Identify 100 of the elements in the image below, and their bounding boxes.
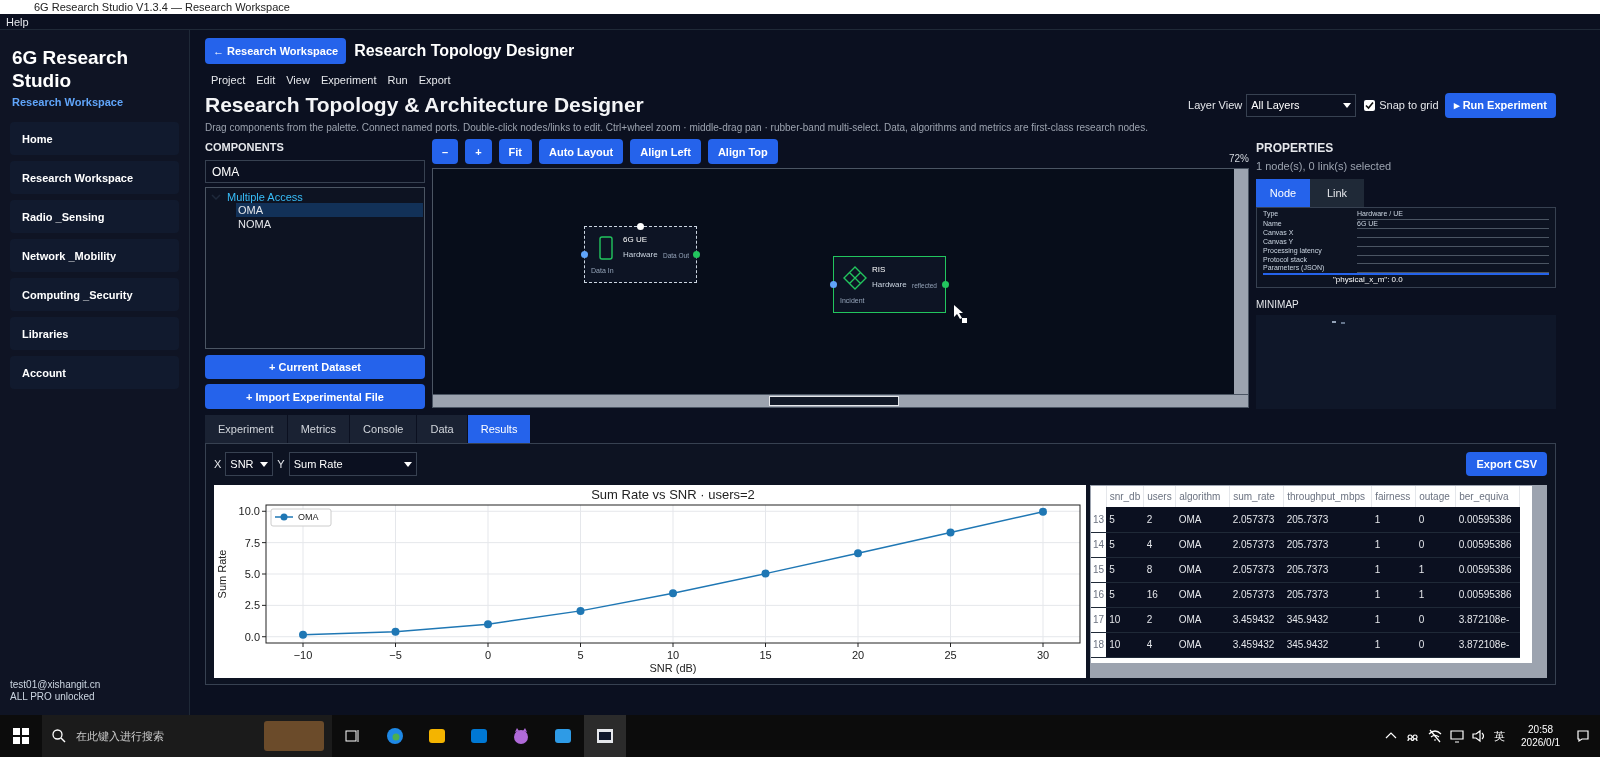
vertical-scrollbar[interactable] bbox=[1532, 486, 1546, 664]
auto-layout-button[interactable]: Auto Layout bbox=[539, 139, 624, 164]
bottom-tab[interactable]: Results bbox=[467, 415, 531, 443]
x-tick-label: 0 bbox=[484, 649, 492, 661]
minimap-nodes-drawing bbox=[1332, 319, 1346, 324]
horizontal-scrollbar[interactable] bbox=[1091, 663, 1546, 677]
back-button[interactable]: ← Research Workspace bbox=[205, 38, 347, 64]
column-header[interactable]: ber_equiva bbox=[1455, 486, 1520, 507]
bottom-tab[interactable]: Console bbox=[350, 415, 417, 443]
node-type: Hardware bbox=[872, 280, 907, 289]
menu-item[interactable]: Project bbox=[211, 74, 246, 88]
table-cell: 0.00595386 bbox=[1455, 507, 1520, 532]
fit-button[interactable]: Fit bbox=[498, 139, 532, 164]
properties-heading: PROPERTIES bbox=[1256, 141, 1335, 155]
run-experiment-button[interactable]: ▸ Run Experiment bbox=[1444, 92, 1556, 118]
resize-handle[interactable] bbox=[637, 223, 644, 230]
column-header[interactable]: sum_rate bbox=[1229, 486, 1284, 507]
table-cell: 10 bbox=[1106, 607, 1144, 632]
tree-item[interactable]: NOMA bbox=[236, 217, 423, 232]
node-name: RIS bbox=[872, 265, 886, 274]
y-axis-dropdown[interactable]: Sum Rate bbox=[288, 452, 417, 476]
table-cell: 2.057373 bbox=[1229, 507, 1284, 532]
align-top-button[interactable]: Align Top bbox=[707, 139, 778, 164]
scrollbar-thumb[interactable] bbox=[769, 396, 899, 406]
taskbar-clock[interactable]: 20:58 2026/0/1 bbox=[1521, 723, 1560, 749]
minimap-heading: MINIMAP bbox=[1256, 299, 1300, 311]
x-axis-dropdown[interactable]: SNR bbox=[225, 452, 274, 476]
taskbar-search-field[interactable]: 在此键入进行搜索 bbox=[42, 715, 332, 757]
tree-item[interactable]: OMA bbox=[236, 203, 423, 218]
y-tick bbox=[261, 636, 267, 638]
input-method-indicator[interactable]: 英 bbox=[1494, 728, 1506, 744]
bottom-tab[interactable]: Data bbox=[417, 415, 467, 443]
notification-icon[interactable] bbox=[1576, 729, 1590, 743]
sidebar-item[interactable]: Radio _Sensing bbox=[10, 200, 179, 233]
output-port[interactable] bbox=[693, 251, 700, 258]
x-tick bbox=[857, 642, 859, 648]
row-number: 18 bbox=[1091, 632, 1107, 657]
network-off-icon[interactable] bbox=[1428, 729, 1443, 743]
column-header[interactable]: outage bbox=[1415, 486, 1456, 507]
menu-item[interactable]: Run bbox=[387, 74, 408, 88]
mouse-cursor-icon bbox=[953, 304, 967, 324]
sidebar-item[interactable]: Network _Mobility bbox=[10, 239, 179, 272]
sidebar-item[interactable]: Account bbox=[10, 356, 179, 389]
component-search-field[interactable]: OMA bbox=[205, 159, 425, 184]
menu-item[interactable]: Edit bbox=[256, 74, 276, 88]
column-header[interactable]: algorithm bbox=[1175, 486, 1230, 507]
menu-item[interactable]: Help bbox=[6, 15, 29, 28]
layer-view-dropdown[interactable]: All Layers bbox=[1246, 93, 1357, 117]
column-header[interactable]: snr_db bbox=[1106, 486, 1144, 507]
sidebar-item[interactable]: Home bbox=[10, 122, 179, 155]
vertical-scrollbar[interactable] bbox=[1234, 169, 1248, 394]
bottom-tab[interactable]: Metrics bbox=[287, 415, 350, 443]
input-port[interactable] bbox=[581, 251, 588, 258]
json-editor-text[interactable]: "physical_x_m": 0.0 bbox=[1263, 272, 1549, 286]
y-tick bbox=[261, 573, 267, 575]
properties-tab[interactable]: Node bbox=[1256, 179, 1310, 207]
layer-view-label: Layer View bbox=[1188, 99, 1243, 111]
data-point bbox=[576, 606, 585, 615]
sidebar-item[interactable]: Research Workspace bbox=[10, 161, 179, 194]
table-cell: 5 bbox=[1106, 532, 1144, 557]
input-port[interactable] bbox=[830, 281, 837, 288]
app-name: 6G Research Studio bbox=[11, 46, 130, 92]
x-tick-label: −10 bbox=[293, 649, 313, 661]
y-tick bbox=[261, 542, 267, 544]
x-tick-label: 5 bbox=[577, 649, 584, 661]
menu-item[interactable]: Experiment bbox=[320, 74, 377, 88]
menu-item[interactable]: Export bbox=[418, 74, 451, 88]
column-header[interactable]: users bbox=[1143, 486, 1176, 507]
sidebar-item[interactable]: Libraries bbox=[10, 317, 179, 350]
horizontal-scrollbar[interactable] bbox=[432, 395, 1249, 408]
export-csv-button[interactable]: Export CSV bbox=[1466, 452, 1547, 476]
x-tick bbox=[302, 642, 304, 648]
current-dataset-button[interactable]: + Current Dataset bbox=[205, 354, 425, 380]
table-cell: 5 bbox=[1106, 507, 1144, 532]
zoom-out-button[interactable]: – bbox=[432, 139, 459, 164]
zoom-in-button[interactable]: + bbox=[465, 139, 492, 164]
sidebar-item[interactable]: Computing _Security bbox=[10, 278, 179, 311]
x-axis-label: X bbox=[214, 458, 222, 470]
menu-item[interactable]: View bbox=[286, 74, 310, 88]
tree-group[interactable]: Multiple Access bbox=[207, 190, 423, 204]
column-header[interactable]: throughput_mbps bbox=[1283, 486, 1372, 507]
y-tick-label: 7.5 bbox=[244, 536, 260, 549]
page-title: Research Topology Designer bbox=[354, 42, 575, 60]
align-left-button[interactable]: Align Left bbox=[630, 139, 701, 164]
table-cell: 5 bbox=[1106, 557, 1144, 582]
import-file-button[interactable]: + Import Experimental File bbox=[205, 384, 425, 409]
chevron-down-icon bbox=[211, 191, 221, 202]
snap-checkbox[interactable] bbox=[1364, 99, 1376, 111]
x-tick bbox=[487, 642, 489, 648]
bottom-tab[interactable]: Experiment bbox=[205, 415, 287, 443]
app-window-icon[interactable] bbox=[584, 715, 626, 757]
data-point bbox=[946, 528, 955, 537]
column-header[interactable]: fairness bbox=[1371, 486, 1416, 507]
properties-tab[interactable]: Link bbox=[1310, 179, 1364, 207]
output-port[interactable] bbox=[942, 281, 949, 288]
monitor-icon[interactable] bbox=[1450, 729, 1465, 743]
speaker-icon[interactable] bbox=[1472, 729, 1487, 743]
y-tick bbox=[261, 510, 267, 512]
y-axis-title: Sum Rate bbox=[216, 549, 228, 599]
x-tick-label: 25 bbox=[944, 649, 957, 661]
